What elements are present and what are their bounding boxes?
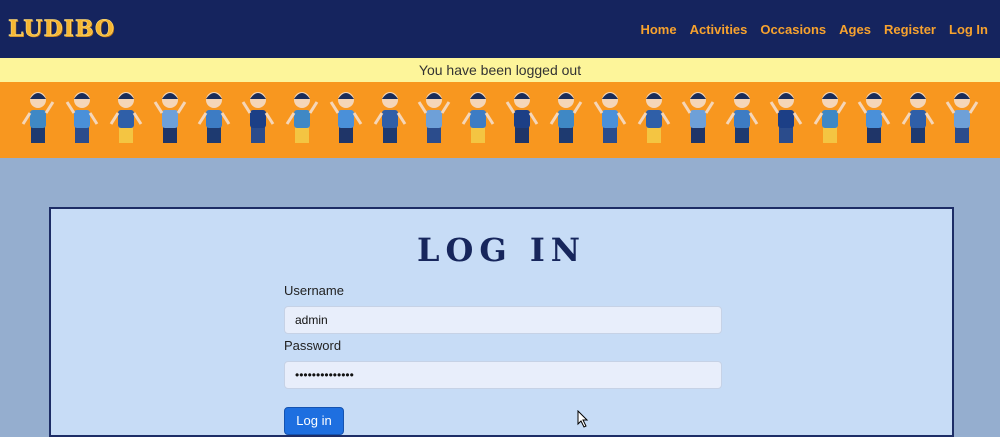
child-figure bbox=[65, 92, 99, 143]
password-label: Password bbox=[284, 338, 342, 353]
child-figure bbox=[153, 92, 187, 143]
nav-activities[interactable]: Activities bbox=[690, 22, 748, 37]
child-figure bbox=[285, 92, 319, 143]
password-input[interactable] bbox=[284, 361, 722, 389]
child-figure bbox=[505, 92, 539, 143]
child-figure bbox=[769, 92, 803, 143]
child-figure bbox=[21, 92, 55, 143]
nav-login[interactable]: Log In bbox=[949, 22, 988, 37]
child-figure bbox=[813, 92, 847, 143]
child-figure bbox=[461, 92, 495, 143]
brand-logo[interactable]: LUDIBO bbox=[8, 16, 115, 43]
mouse-pointer-icon bbox=[577, 410, 589, 428]
child-figure bbox=[901, 92, 935, 143]
child-figure bbox=[373, 92, 407, 143]
logout-alert: You have been logged out bbox=[0, 58, 1000, 82]
navbar: LUDIBO Home Activities Occasions Ages Re… bbox=[0, 0, 1000, 58]
child-figure bbox=[945, 92, 979, 143]
child-figure bbox=[329, 92, 363, 143]
child-figure bbox=[725, 92, 759, 143]
child-figure bbox=[197, 92, 231, 143]
nav-ages[interactable]: Ages bbox=[839, 22, 871, 37]
username-input[interactable] bbox=[284, 306, 722, 334]
child-figure bbox=[637, 92, 671, 143]
page-title: LOG IN bbox=[416, 231, 587, 269]
child-figure bbox=[109, 92, 143, 143]
child-figure bbox=[681, 92, 715, 143]
child-figure bbox=[549, 92, 583, 143]
main-nav: Home Activities Occasions Ages Register … bbox=[627, 22, 988, 37]
username-label: Username bbox=[284, 283, 344, 298]
login-button[interactable]: Log in bbox=[284, 407, 344, 435]
child-figure bbox=[593, 92, 627, 143]
login-card: LOG IN Username Password Log in bbox=[49, 207, 954, 437]
nav-home[interactable]: Home bbox=[640, 22, 676, 37]
nav-occasions[interactable]: Occasions bbox=[760, 22, 826, 37]
child-figure bbox=[417, 92, 451, 143]
child-figure bbox=[857, 92, 891, 143]
child-figure bbox=[241, 92, 275, 143]
nav-register[interactable]: Register bbox=[884, 22, 936, 37]
children-illustration bbox=[0, 82, 1000, 158]
